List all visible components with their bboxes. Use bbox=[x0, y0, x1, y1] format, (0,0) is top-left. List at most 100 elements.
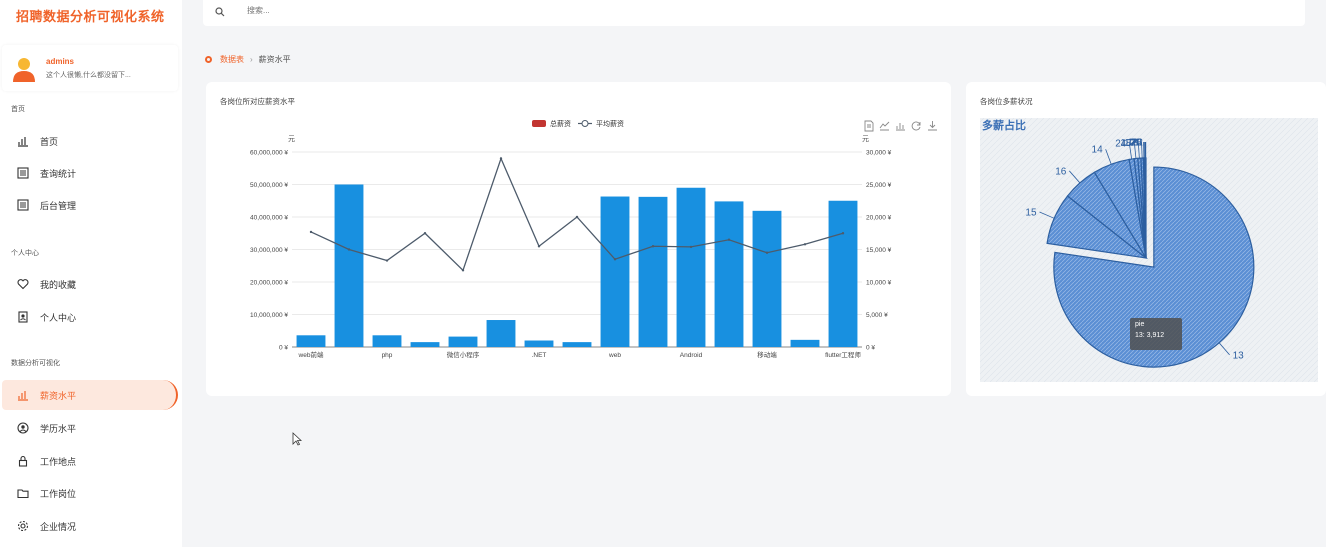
line-chart-icon[interactable] bbox=[879, 121, 890, 131]
sidebar-item-personal-center[interactable]: 个人中心 bbox=[2, 302, 178, 332]
sidebar-item-label: 企业情况 bbox=[40, 521, 77, 532]
bar-chart-icon bbox=[16, 388, 30, 402]
breadcrumb-home[interactable]: 数据表 bbox=[220, 54, 244, 65]
sidebar-item-salary-level[interactable]: 薪资水平 bbox=[2, 380, 178, 410]
y-left-tick-label: 10,000,000 ¥ bbox=[250, 312, 288, 319]
top-bar bbox=[203, 0, 1305, 26]
y-right-tick-label: 25,000 ¥ bbox=[866, 182, 892, 189]
mouse-cursor-icon bbox=[292, 432, 302, 446]
sidebar-item-job-position[interactable]: 工作岗位 bbox=[2, 478, 178, 508]
sidebar-item-label: 首页 bbox=[40, 136, 59, 147]
line-point bbox=[385, 259, 389, 262]
search-input[interactable] bbox=[247, 6, 547, 15]
pie-slice-label: 16 bbox=[1055, 166, 1067, 177]
sidebar-item-admin[interactable]: 后台管理 bbox=[2, 190, 178, 220]
sidebar-item-label: 个人中心 bbox=[40, 312, 77, 323]
avatar bbox=[13, 58, 35, 82]
refresh-icon[interactable] bbox=[911, 121, 921, 131]
pie-slice-label: 14 bbox=[1092, 145, 1104, 156]
sidebar-item-home[interactable]: 首页 bbox=[2, 126, 178, 156]
y-right-tick-label: 10,000 ¥ bbox=[866, 280, 892, 287]
sidebar-item-company-info[interactable]: 企业情况 bbox=[2, 511, 178, 541]
line-point bbox=[727, 238, 731, 241]
sidebar-item-education-level[interactable]: 学历水平 bbox=[2, 413, 178, 443]
user-name: admins bbox=[46, 57, 75, 66]
sidebar-item-favorites[interactable]: 我的收藏 bbox=[2, 269, 178, 299]
person-circle-icon bbox=[16, 421, 30, 435]
bar bbox=[752, 210, 782, 347]
bar bbox=[790, 339, 820, 347]
x-tick-label: Android bbox=[680, 352, 703, 359]
group-title-personal: 个人中心 bbox=[11, 250, 39, 257]
bar bbox=[714, 201, 744, 347]
x-tick-label: php bbox=[382, 352, 393, 359]
line-point bbox=[765, 251, 769, 254]
breadcrumb-current: 薪资水平 bbox=[258, 55, 291, 64]
bar bbox=[334, 184, 364, 347]
line-point bbox=[347, 248, 351, 251]
x-tick-label: web前端 bbox=[298, 350, 324, 359]
group-title-home: 首页 bbox=[11, 106, 25, 113]
app-title: 招聘数据分析可视化系统 bbox=[16, 9, 165, 24]
sidebar-item-label: 薪资水平 bbox=[40, 390, 77, 401]
heart-icon bbox=[16, 277, 30, 291]
gear-icon bbox=[16, 519, 30, 533]
bar-chart-icon[interactable] bbox=[896, 123, 905, 131]
lock-icon bbox=[16, 454, 30, 468]
y-right-tick-label: 15,000 ¥ bbox=[866, 247, 892, 254]
x-tick-label: 微信小程序 bbox=[447, 350, 480, 359]
pie-title: 多薪占比 bbox=[982, 118, 1026, 132]
breadcrumb: 数据表 › 薪资水平 bbox=[205, 54, 291, 65]
bar-chart-icon bbox=[16, 134, 30, 148]
bar bbox=[828, 200, 858, 347]
x-tick-label: 移动端 bbox=[757, 350, 777, 359]
tooltip-series: pie bbox=[1135, 321, 1145, 328]
download-icon[interactable] bbox=[928, 121, 937, 131]
y-left-tick-label: 30,000,000 ¥ bbox=[250, 247, 288, 254]
tooltip-value: 13: 3,912 bbox=[1135, 332, 1165, 339]
y-right-tick-label: 20,000 ¥ bbox=[866, 215, 892, 222]
y-right-tick-label: 5,000 ¥ bbox=[866, 312, 888, 319]
user-card[interactable]: admins 这个人很懒,什么都没留下... bbox=[2, 45, 178, 91]
pie-slice-label: 22 bbox=[1132, 138, 1144, 149]
bar bbox=[676, 187, 706, 347]
sidebar-item-label: 工作岗位 bbox=[40, 488, 77, 499]
sidebar: 招聘数据分析可视化系统 admins 这个人很懒,什么都没留下... 首页 首页… bbox=[0, 0, 182, 547]
user-signature: 这个人很懒,什么都没留下... bbox=[46, 72, 131, 79]
sidebar-item-work-location[interactable]: 工作地点 bbox=[2, 446, 178, 476]
line-point bbox=[613, 258, 617, 261]
line-point bbox=[309, 230, 313, 234]
sidebar-item-label: 查询统计 bbox=[40, 168, 77, 179]
y-left-tick-label: 40,000,000 ¥ bbox=[250, 215, 288, 222]
line-point bbox=[651, 245, 655, 248]
line-point bbox=[537, 245, 541, 248]
bar bbox=[372, 335, 402, 347]
table-icon bbox=[16, 166, 30, 180]
bar bbox=[524, 340, 554, 347]
y-left-tick-label: 20,000,000 ¥ bbox=[250, 280, 288, 287]
sidebar-item-label: 我的收藏 bbox=[40, 279, 77, 290]
legend-label-average: 平均薪资 bbox=[596, 119, 624, 128]
bar bbox=[448, 336, 478, 347]
line-point bbox=[803, 243, 807, 246]
sidebar-item-query-stats[interactable]: 查询统计 bbox=[2, 158, 178, 188]
line-point bbox=[575, 215, 579, 219]
breadcrumb-separator: › bbox=[250, 55, 253, 64]
y-right-tick-label: 0 ¥ bbox=[866, 345, 875, 352]
breadcrumb-dot-icon bbox=[205, 56, 212, 63]
legend-swatch-line-dot bbox=[581, 120, 589, 127]
legend-label-total: 总薪资 bbox=[550, 119, 571, 128]
x-tick-label: .NET bbox=[532, 352, 547, 359]
search-icon[interactable] bbox=[215, 7, 225, 19]
line-point bbox=[841, 232, 845, 235]
y-right-tick-label: 30,000 ¥ bbox=[866, 150, 892, 157]
sidebar-item-label: 后台管理 bbox=[40, 200, 77, 211]
line-point bbox=[689, 245, 693, 249]
bar bbox=[600, 196, 630, 347]
sidebar-item-label: 工作地点 bbox=[40, 456, 77, 467]
data-view-icon[interactable] bbox=[864, 120, 874, 132]
sidebar-item-label: 学历水平 bbox=[40, 423, 77, 434]
chart-tooltip: pie 13: 3,912 bbox=[1130, 318, 1182, 350]
folder-icon bbox=[16, 486, 30, 500]
y-left-tick-label: 60,000,000 ¥ bbox=[250, 150, 288, 157]
